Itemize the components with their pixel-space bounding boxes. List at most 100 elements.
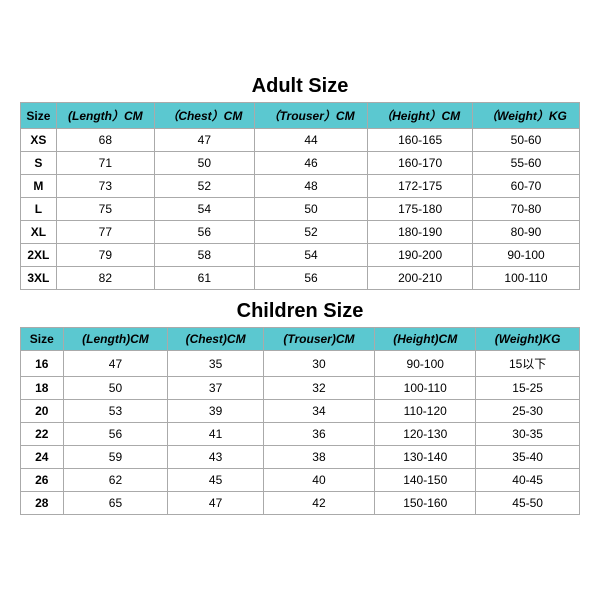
children-header-cell: (Weight)KG: [476, 328, 580, 351]
table-cell: 48: [254, 175, 368, 198]
table-cell: 35-40: [476, 446, 580, 469]
children-header-cell: (Length)CM: [63, 328, 168, 351]
table-row: 26624540140-15040-45: [21, 469, 580, 492]
adult-header-cell: Size: [21, 103, 57, 129]
adult-title: Adult Size: [20, 75, 580, 98]
table-cell: 68: [56, 129, 154, 152]
table-row: 28654742150-16045-50: [21, 492, 580, 515]
table-cell: 37: [168, 377, 263, 400]
table-cell: 25-30: [476, 400, 580, 423]
adult-header-cell: （Height）CM: [368, 103, 473, 129]
table-cell: 79: [56, 244, 154, 267]
table-cell: 36: [263, 423, 375, 446]
table-row: 22564136120-13030-35: [21, 423, 580, 446]
table-cell: 44: [254, 129, 368, 152]
table-cell: 77: [56, 221, 154, 244]
main-container: Adult Size Size(Length）CM（Chest）CM（Trous…: [10, 65, 590, 535]
table-row: S715046160-17055-60: [21, 152, 580, 175]
table-row: L755450175-18070-80: [21, 198, 580, 221]
table-row: XS684744160-16550-60: [21, 129, 580, 152]
table-cell: 59: [63, 446, 168, 469]
table-cell: 56: [154, 221, 254, 244]
table-cell: 28: [21, 492, 64, 515]
table-cell: 61: [154, 267, 254, 290]
children-header-cell: (Height)CM: [375, 328, 476, 351]
children-header-cell: Size: [21, 328, 64, 351]
table-cell: 16: [21, 351, 64, 377]
table-row: XL775652180-19080-90: [21, 221, 580, 244]
table-cell: 200-210: [368, 267, 473, 290]
table-cell: 82: [56, 267, 154, 290]
table-cell: 38: [263, 446, 375, 469]
table-cell: 100-110: [375, 377, 476, 400]
table-cell: 60-70: [473, 175, 580, 198]
table-cell: 50: [254, 198, 368, 221]
table-cell: 90-100: [473, 244, 580, 267]
table-cell: 45-50: [476, 492, 580, 515]
adult-header-cell: （Trouser）CM: [254, 103, 368, 129]
table-cell: 58: [154, 244, 254, 267]
table-cell: M: [21, 175, 57, 198]
table-cell: XS: [21, 129, 57, 152]
table-row: 20533934110-12025-30: [21, 400, 580, 423]
table-cell: 45: [168, 469, 263, 492]
table-cell: 120-130: [375, 423, 476, 446]
table-cell: 50-60: [473, 129, 580, 152]
children-size-table: Size(Length)CM(Chest)CM(Trouser)CM(Heigh…: [20, 327, 580, 515]
table-cell: 30: [263, 351, 375, 377]
table-cell: 55-60: [473, 152, 580, 175]
table-cell: 42: [263, 492, 375, 515]
table-cell: 43: [168, 446, 263, 469]
table-cell: 15-25: [476, 377, 580, 400]
table-cell: 47: [168, 492, 263, 515]
table-cell: 24: [21, 446, 64, 469]
table-cell: 80-90: [473, 221, 580, 244]
table-cell: 100-110: [473, 267, 580, 290]
table-cell: 70-80: [473, 198, 580, 221]
table-cell: 2XL: [21, 244, 57, 267]
table-cell: 40-45: [476, 469, 580, 492]
table-cell: 110-120: [375, 400, 476, 423]
table-cell: 90-100: [375, 351, 476, 377]
table-cell: 46: [254, 152, 368, 175]
table-cell: 150-160: [375, 492, 476, 515]
table-row: 3XL826156200-210100-110: [21, 267, 580, 290]
table-row: 24594338130-14035-40: [21, 446, 580, 469]
children-header-cell: (Trouser)CM: [263, 328, 375, 351]
table-row: M735248172-17560-70: [21, 175, 580, 198]
table-cell: 56: [63, 423, 168, 446]
adult-size-table: Size(Length）CM（Chest）CM（Trouser）CM（Heigh…: [20, 102, 580, 290]
table-cell: 50: [63, 377, 168, 400]
table-cell: 130-140: [375, 446, 476, 469]
table-row: 1647353090-10015以下: [21, 351, 580, 377]
table-cell: 30-35: [476, 423, 580, 446]
children-header-cell: (Chest)CM: [168, 328, 263, 351]
adult-header-cell: （Weight）KG: [473, 103, 580, 129]
table-cell: 35: [168, 351, 263, 377]
table-cell: 18: [21, 377, 64, 400]
table-cell: 34: [263, 400, 375, 423]
table-cell: 15以下: [476, 351, 580, 377]
table-cell: 3XL: [21, 267, 57, 290]
table-cell: 54: [154, 198, 254, 221]
table-cell: 56: [254, 267, 368, 290]
table-cell: 65: [63, 492, 168, 515]
table-cell: 32: [263, 377, 375, 400]
table-cell: 39: [168, 400, 263, 423]
adult-header-cell: (Length）CM: [56, 103, 154, 129]
table-cell: 47: [63, 351, 168, 377]
table-cell: 54: [254, 244, 368, 267]
table-cell: S: [21, 152, 57, 175]
table-cell: 62: [63, 469, 168, 492]
adult-header-cell: （Chest）CM: [154, 103, 254, 129]
table-cell: L: [21, 198, 57, 221]
table-cell: 40: [263, 469, 375, 492]
table-cell: 160-170: [368, 152, 473, 175]
table-cell: 180-190: [368, 221, 473, 244]
table-cell: 140-150: [375, 469, 476, 492]
table-cell: 52: [254, 221, 368, 244]
table-row: 18503732100-11015-25: [21, 377, 580, 400]
table-cell: 175-180: [368, 198, 473, 221]
table-cell: 50: [154, 152, 254, 175]
children-title: Children Size: [20, 300, 580, 323]
